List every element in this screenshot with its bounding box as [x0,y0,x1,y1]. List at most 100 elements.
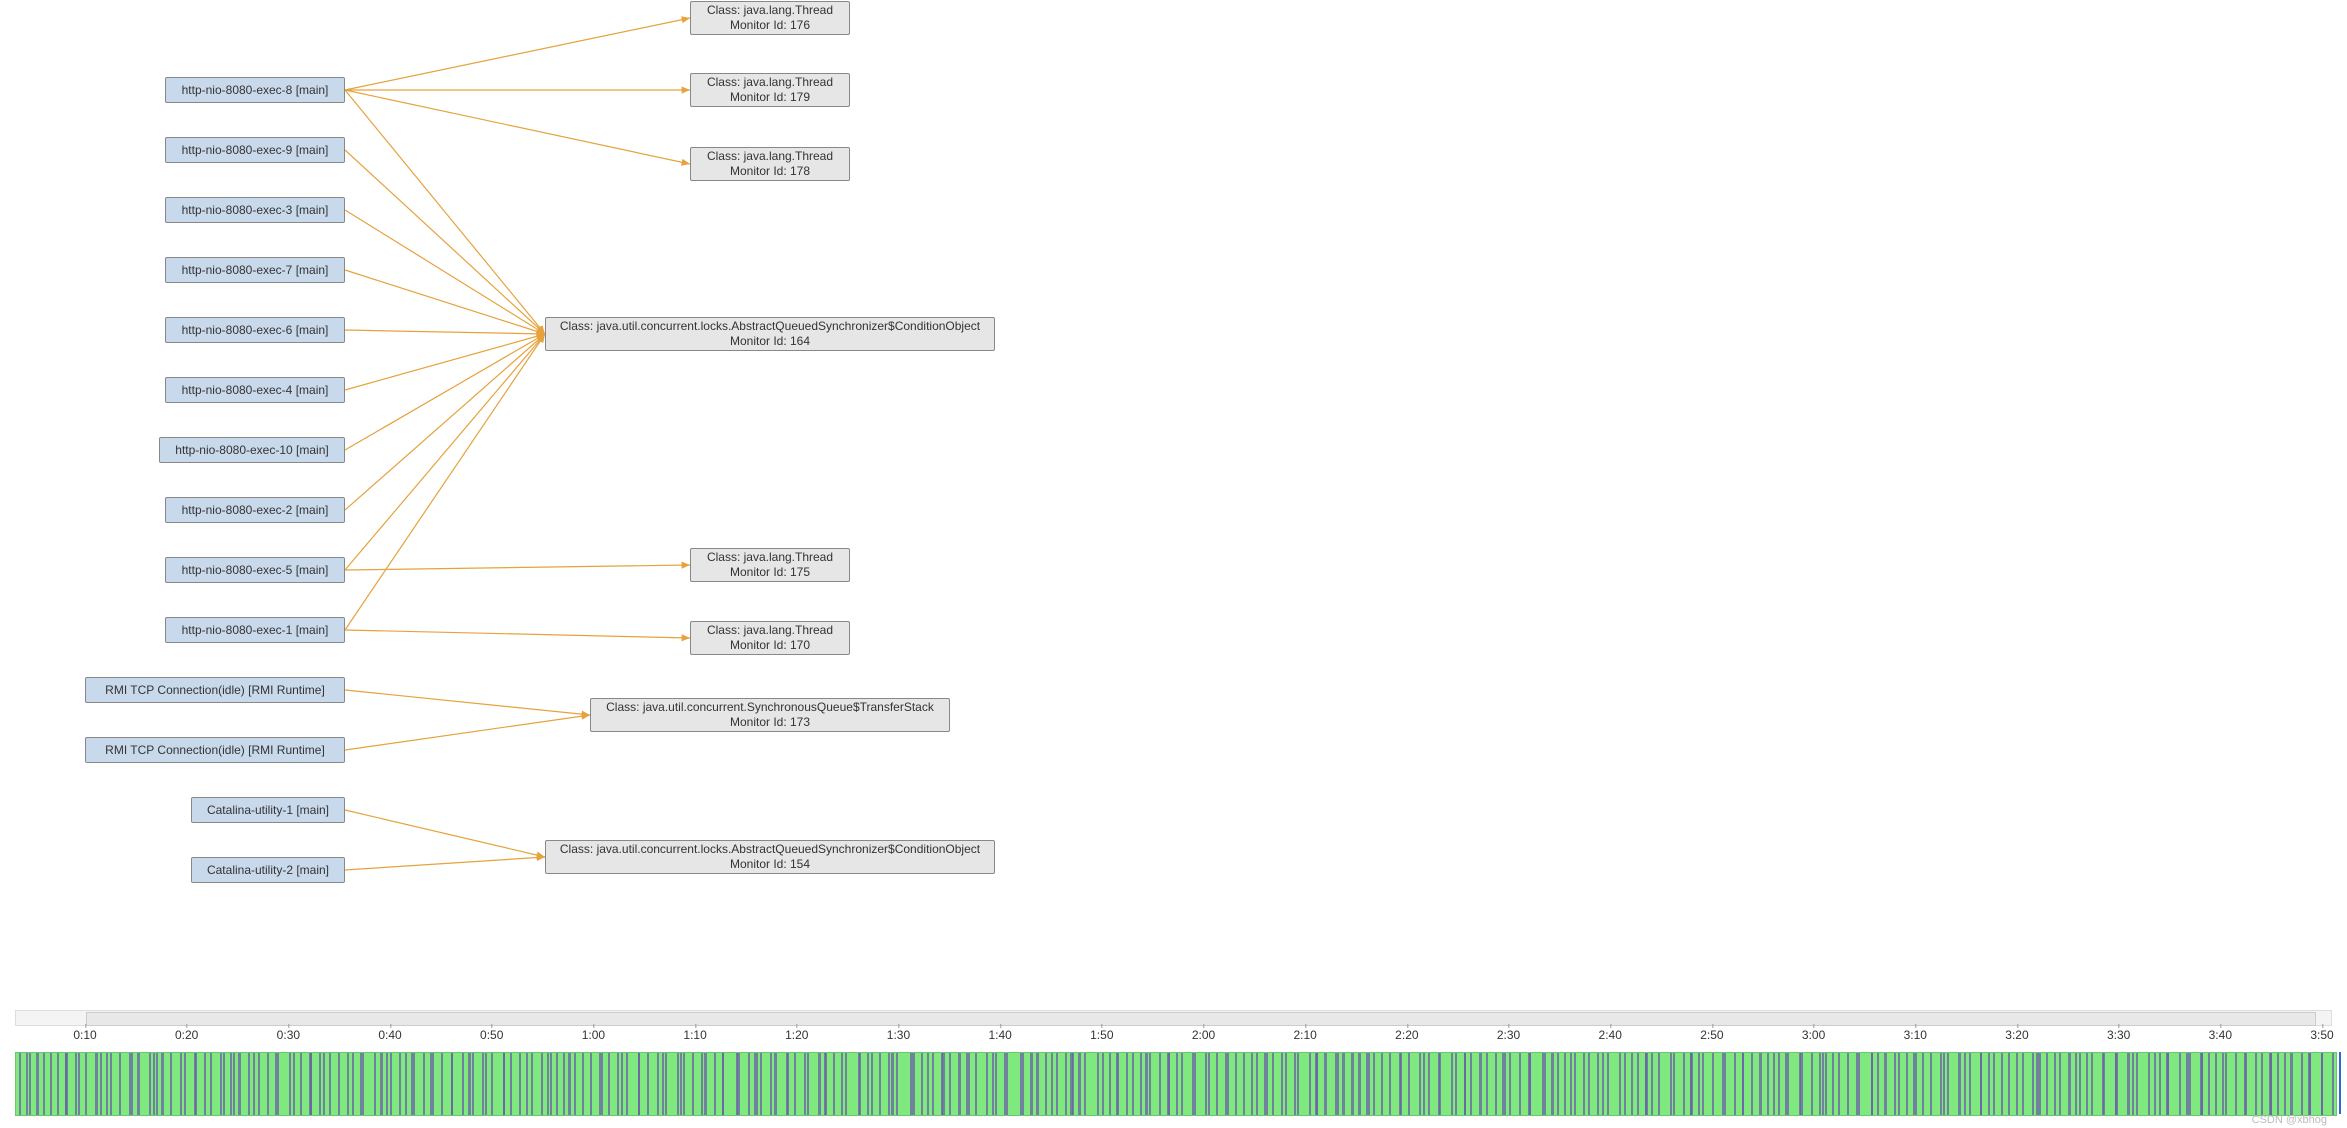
timeline-scrollbar-thumb[interactable] [86,1012,2316,1026]
dependency-edge [345,857,545,870]
timeline-event-mark [756,1053,758,1115]
timeline-panel: 0:100:200:300:400:501:001:101:201:301:40… [0,1010,2347,1128]
timeline-event-mark [774,1053,777,1115]
timeline-event-mark [2255,1053,2257,1115]
timeline-event-mark [2079,1053,2081,1115]
timeline-event-mark [362,1053,364,1115]
timeline-event-mark [1847,1053,1849,1115]
timeline-event-mark [807,1053,809,1115]
dependency-edge [345,334,545,390]
thread-node[interactable]: RMI TCP Connection(idle) [RMI Runtime] [85,737,345,763]
monitor-node[interactable]: Class: java.lang.ThreadMonitor Id: 170 [690,621,850,655]
timeline-event-mark [949,1053,951,1115]
timeline-event-mark [804,1053,806,1115]
thread-node[interactable]: Catalina-utility-2 [main] [191,857,345,883]
monitor-node[interactable]: Class: java.util.concurrent.locks.Abstra… [545,840,995,874]
timeline-event-mark [1381,1053,1383,1115]
timeline-event-mark [1988,1053,1990,1115]
timeline-event-mark [1670,1053,1672,1115]
timeline-event-mark [665,1053,667,1115]
thread-node[interactable]: http-nio-8080-exec-4 [main] [165,377,345,403]
timeline-event-mark [1940,1053,1942,1115]
timeline-event-mark [677,1053,679,1115]
timeline-tick: 1:40 [988,1028,1011,1042]
timeline-tick: 2:50 [1700,1028,1723,1042]
monitor-node[interactable]: Class: java.lang.ThreadMonitor Id: 178 [690,147,850,181]
timeline-event-mark [1509,1053,1511,1115]
timeline-event-mark [818,1053,821,1115]
timeline-event-mark [1832,1053,1834,1115]
thread-node[interactable]: http-nio-8080-exec-8 [main] [165,77,345,103]
timeline-event-mark [683,1053,685,1115]
dependency-edge [345,810,545,857]
timeline-event-mark [1894,1053,1896,1115]
timeline-event-mark [1597,1053,1599,1115]
timeline-event-mark [871,1053,873,1115]
timeline-event-mark [638,1053,640,1115]
thread-node[interactable]: http-nio-8080-exec-6 [main] [165,317,345,343]
thread-node[interactable]: http-nio-8080-exec-2 [main] [165,497,345,523]
timeline-event-mark [1838,1053,1840,1115]
thread-label: http-nio-8080-exec-5 [main] [182,563,329,578]
timeline-event-mark [1906,1053,1908,1115]
timeline-event-mark [1658,1053,1660,1115]
timeline-event-mark [210,1053,212,1115]
timeline-scrollbar-track[interactable] [15,1010,2332,1026]
timeline-event-mark [932,1053,934,1115]
monitor-node[interactable]: Class: java.lang.ThreadMonitor Id: 176 [690,1,850,35]
timeline-event-mark [1645,1053,1648,1115]
timeline-event-mark [794,1053,796,1115]
thread-node[interactable]: RMI TCP Connection(idle) [RMI Runtime] [85,677,345,703]
timeline-tick: 2:10 [1293,1028,1316,1042]
timeline-event-mark [184,1053,186,1115]
timeline-cursor[interactable] [2339,1052,2341,1114]
timeline-event-mark [1602,1053,1604,1115]
monitor-node[interactable]: Class: java.lang.ThreadMonitor Id: 179 [690,73,850,107]
timeline-event-mark [195,1053,197,1115]
thread-label: http-nio-8080-exec-3 [main] [182,203,329,218]
thread-node[interactable]: http-nio-8080-exec-9 [main] [165,137,345,163]
timeline-event-mark [582,1053,584,1115]
monitor-node[interactable]: Class: java.util.concurrent.SynchronousQ… [590,698,950,732]
timeline-event-mark [1479,1053,1482,1115]
edge-layer [0,0,2347,1010]
timeline-event-mark [1126,1053,1128,1115]
timeline-event-mark [1020,1053,1022,1115]
thread-node[interactable]: http-nio-8080-exec-7 [main] [165,257,345,283]
timeline-event-mark [1408,1053,1410,1115]
monitor-node[interactable]: Class: java.lang.ThreadMonitor Id: 175 [690,548,850,582]
timeline-event-mark [601,1053,603,1115]
timeline-tick: 0:10 [73,1028,96,1042]
monitor-class-label: Class: java.lang.Thread [707,75,833,90]
thread-node[interactable]: Catalina-utility-1 [main] [191,797,345,823]
timeline-event-mark [319,1053,321,1115]
timeline-event-mark [1022,1053,1024,1115]
timeline-event-mark [1683,1053,1685,1115]
timeline-event-mark [1109,1053,1111,1115]
timeline-event-mark [760,1053,762,1115]
thread-node[interactable]: http-nio-8080-exec-3 [main] [165,197,345,223]
timeline-event-mark [891,1053,894,1115]
timeline-event-mark [1045,1053,1047,1115]
thread-node[interactable]: http-nio-8080-exec-1 [main] [165,617,345,643]
timeline-event-mark [942,1053,945,1115]
timeline-event-mark [913,1053,915,1115]
thread-node[interactable]: http-nio-8080-exec-5 [main] [165,557,345,583]
timeline-ticks: 0:100:200:300:400:501:001:101:201:301:40… [0,1028,2347,1048]
timeline-event-mark [1324,1053,1327,1115]
timeline-event-mark [1724,1053,1726,1115]
timeline-event-mark [1544,1053,1546,1115]
timeline-activity-band[interactable] [15,1052,2337,1116]
timeline-event-mark [992,1053,994,1115]
timeline-event-mark [1673,1053,1675,1115]
timeline-event-mark [1574,1053,1576,1115]
timeline-event-mark [491,1053,493,1115]
timeline-event-mark [662,1053,664,1115]
timeline-event-mark [680,1053,682,1115]
timeline-event-mark [2201,1053,2203,1115]
timeline-event-mark [1389,1053,1391,1115]
monitor-node[interactable]: Class: java.util.concurrent.locks.Abstra… [545,317,995,351]
timeline-event-mark [2132,1053,2134,1115]
timeline-event-mark [1930,1053,1932,1115]
thread-node[interactable]: http-nio-8080-exec-10 [main] [159,437,345,463]
